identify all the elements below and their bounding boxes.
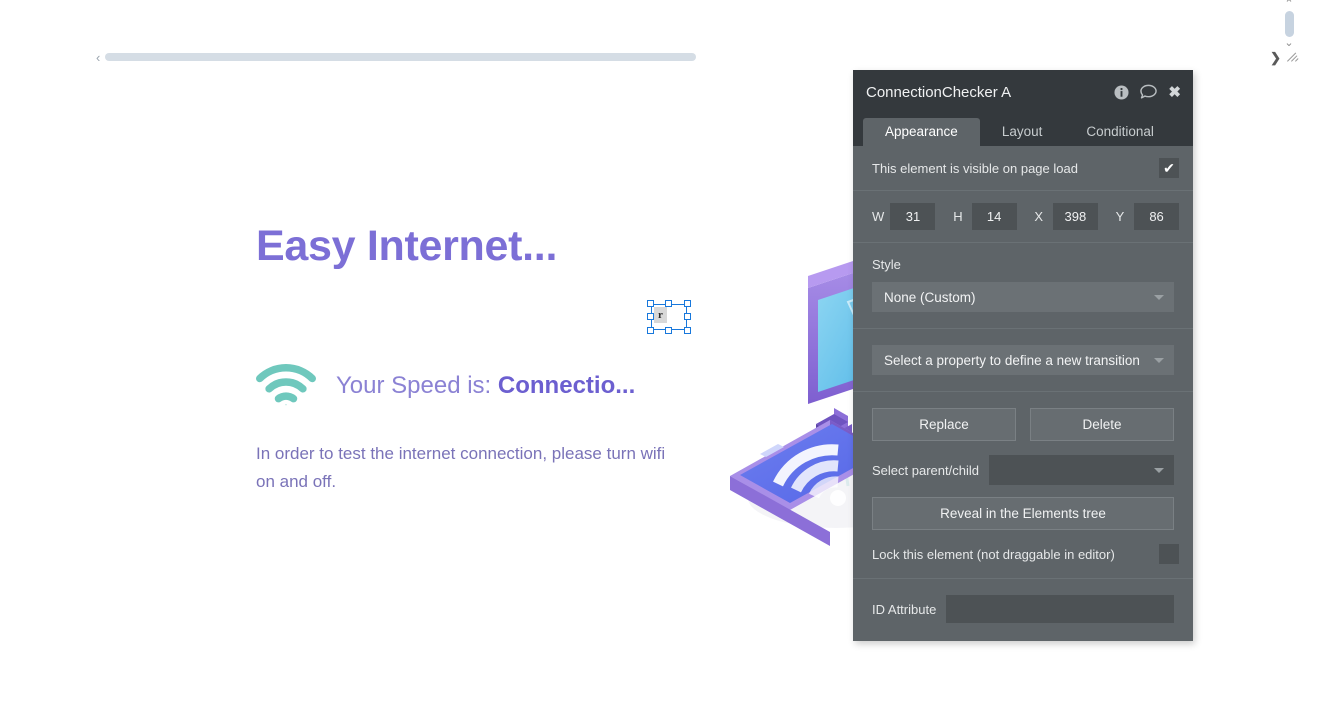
transition-select[interactable]: Select a property to define a new transi… (872, 345, 1174, 375)
dimensions-row: W 31 H 14 X 398 Y 86 (853, 191, 1193, 243)
scroll-down-arrow-icon[interactable]: ⌄ (1284, 38, 1293, 49)
resize-handle-se[interactable] (684, 327, 691, 334)
resize-handle-sw[interactable] (647, 327, 654, 334)
selected-element-handles[interactable]: r (647, 300, 691, 334)
resize-handle-nw[interactable] (647, 300, 654, 307)
chevron-down-icon (1154, 295, 1164, 300)
selection-glyph: r (654, 307, 667, 323)
x-input[interactable]: 398 (1052, 203, 1098, 230)
comment-icon[interactable] (1140, 84, 1158, 100)
tab-appearance[interactable]: Appearance (863, 117, 980, 146)
x-label: X (1034, 209, 1044, 224)
delete-button[interactable]: Delete (1030, 408, 1174, 441)
replace-button[interactable]: Replace (872, 408, 1016, 441)
horizontal-scroll-thumb[interactable] (105, 53, 696, 61)
lock-element-checkbox[interactable] (1159, 544, 1179, 564)
speed-text: Your Speed is: Connectio... (336, 372, 635, 400)
parent-child-row: Select parent/child (853, 441, 1193, 485)
resize-handle-e[interactable] (684, 313, 691, 320)
wifi-icon (256, 362, 316, 410)
speed-value: Connectio... (497, 372, 636, 399)
action-buttons-row: Replace Delete (853, 392, 1193, 441)
style-section: Style None (Custom) (853, 243, 1193, 329)
id-attribute-label: ID Attribute (872, 601, 937, 617)
reveal-button-wrap: Reveal in the Elements tree (853, 485, 1193, 530)
width-input[interactable]: 31 (890, 203, 936, 230)
lock-element-row: Lock this element (not draggable in edit… (853, 530, 1193, 579)
y-input[interactable]: 86 (1134, 203, 1180, 230)
visible-on-load-label: This element is visible on page load (872, 160, 1078, 176)
panel-header-icons: ✖ (1114, 83, 1181, 101)
chevron-down-icon (1154, 468, 1164, 473)
resize-handle-w[interactable] (647, 313, 654, 320)
reveal-in-elements-tree-button[interactable]: Reveal in the Elements tree (872, 497, 1174, 530)
parent-child-label: Select parent/child (872, 462, 979, 478)
close-icon[interactable]: ✖ (1168, 83, 1181, 101)
tab-conditional[interactable]: Conditional (1064, 118, 1176, 147)
speed-status-row[interactable]: Your Speed is: Connectio... (256, 362, 635, 410)
resize-handle-s[interactable] (665, 327, 672, 334)
style-label: Style (872, 257, 901, 272)
visible-on-load-row: This element is visible on page load ✔ (853, 146, 1193, 191)
height-label: H (953, 209, 963, 224)
scroll-up-arrow-icon[interactable]: ⌃ (1284, 0, 1293, 10)
panel-title: ConnectionChecker A (866, 83, 1012, 101)
resize-handle-ne[interactable] (684, 300, 691, 307)
chevron-down-icon (1154, 358, 1164, 363)
tab-layout[interactable]: Layout (980, 118, 1065, 147)
scroll-right-arrow-icon[interactable]: ❯ (1270, 50, 1281, 66)
body-paragraph[interactable]: In order to test the internet connection… (256, 440, 681, 496)
id-attribute-row: ID Attribute (853, 579, 1193, 641)
speed-prefix: Your Speed is: (336, 372, 498, 399)
transition-section: Select a property to define a new transi… (853, 329, 1193, 392)
transition-select-value: Select a property to define a new transi… (884, 352, 1140, 368)
height-input[interactable]: 14 (971, 203, 1017, 230)
id-attribute-input[interactable] (946, 595, 1174, 623)
app-root: Easy Internet... Your Speed is: Connecti… (0, 0, 1336, 723)
resize-grip-icon[interactable] (1286, 50, 1300, 64)
page-title[interactable]: Easy Internet... (256, 222, 557, 271)
lock-element-label: Lock this element (not draggable in edit… (872, 546, 1115, 562)
style-select-value: None (Custom) (884, 289, 976, 305)
element-properties-panel[interactable]: ConnectionChecker A ✖ Appearance Layout … (853, 70, 1193, 641)
resize-handle-n[interactable] (665, 300, 672, 307)
checkmark-icon: ✔ (1163, 160, 1175, 176)
scroll-left-arrow-icon[interactable]: ‹ (96, 51, 100, 64)
style-select[interactable]: None (Custom) (872, 282, 1174, 312)
parent-child-select[interactable] (988, 455, 1174, 485)
width-label: W (872, 209, 885, 224)
y-label: Y (1115, 209, 1125, 224)
panel-header[interactable]: ConnectionChecker A ✖ (853, 70, 1193, 114)
visible-on-load-checkbox[interactable]: ✔ (1159, 158, 1179, 178)
horizontal-scrollbar[interactable]: ‹ (96, 49, 696, 65)
panel-tabs[interactable]: Appearance Layout Conditional (853, 114, 1193, 146)
vertical-scroll-thumb[interactable] (1284, 11, 1294, 37)
info-icon[interactable] (1114, 84, 1129, 100)
